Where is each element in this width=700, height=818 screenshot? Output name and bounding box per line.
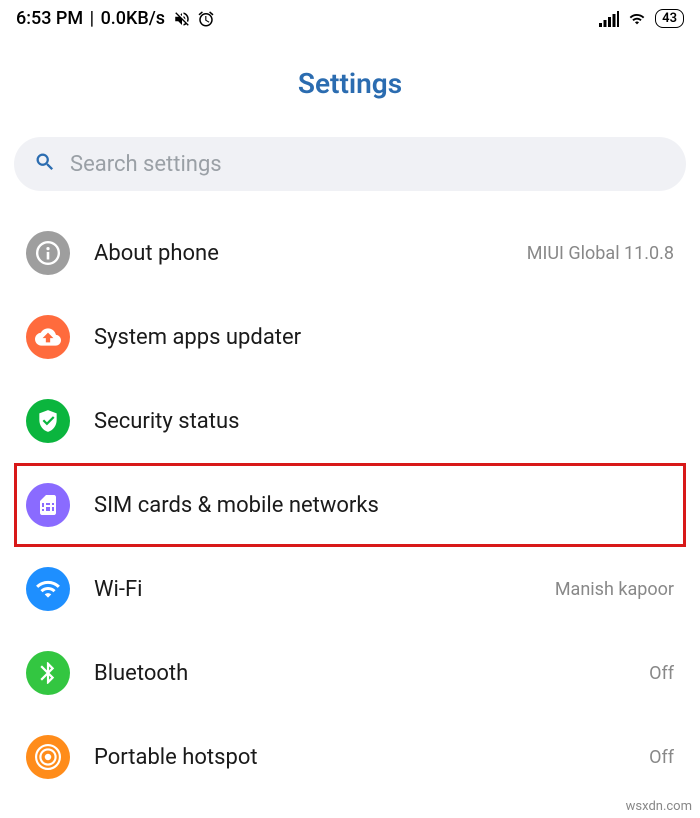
settings-list: About phone MIUI Global 11.0.8 System apps…: [0, 211, 700, 799]
status-left: 6:53 PM | 0.0KB/s: [16, 8, 215, 29]
shield-icon: [26, 399, 70, 443]
search-box[interactable]: [14, 137, 686, 191]
settings-item-cloud-up[interactable]: System apps updater: [14, 295, 686, 379]
settings-item-wifi[interactable]: Wi-Fi Manish kapoor: [14, 547, 686, 631]
battery-level: 43: [662, 11, 677, 26]
item-label: Portable hotspot: [94, 745, 625, 770]
search-icon: [34, 151, 56, 177]
item-value: MIUI Global 11.0.8: [527, 243, 674, 264]
search-input[interactable]: [70, 152, 666, 177]
bluetooth-icon: [26, 651, 70, 695]
status-right: 43: [599, 9, 684, 28]
alarm-icon: [197, 10, 215, 28]
settings-item-sim[interactable]: SIM cards & mobile networks: [14, 463, 686, 547]
settings-item-hotspot[interactable]: Portable hotspot Off: [14, 715, 686, 799]
settings-item-bluetooth[interactable]: Bluetooth Off: [14, 631, 686, 715]
hotspot-icon: [26, 735, 70, 779]
status-time: 6:53 PM: [16, 8, 83, 29]
status-bar: 6:53 PM | 0.0KB/s 43: [0, 0, 700, 37]
status-divider: |: [85, 8, 98, 29]
wifi-icon: [26, 567, 70, 611]
signal-icon: [599, 11, 619, 27]
sim-icon: [26, 483, 70, 527]
battery-indicator: 43: [655, 9, 684, 28]
wifi-status-icon: [627, 11, 647, 27]
item-value: Off: [649, 663, 674, 684]
cloud-up-icon: [26, 315, 70, 359]
item-label: Wi-Fi: [94, 577, 531, 602]
watermark: wsxdn.com: [626, 799, 692, 814]
item-value: Off: [649, 747, 674, 768]
mute-icon: [173, 10, 191, 28]
item-value: Manish kapoor: [555, 579, 674, 600]
page-title: Settings: [0, 37, 700, 125]
item-label: About phone: [94, 241, 503, 266]
settings-item-info[interactable]: About phone MIUI Global 11.0.8: [14, 211, 686, 295]
item-label: Security status: [94, 409, 674, 434]
status-network-speed: 0.0KB/s: [101, 8, 166, 29]
item-label: System apps updater: [94, 325, 674, 350]
item-label: Bluetooth: [94, 661, 625, 686]
item-label: SIM cards & mobile networks: [94, 493, 674, 518]
info-icon: [26, 231, 70, 275]
search-container: [14, 137, 686, 191]
settings-item-shield[interactable]: Security status: [14, 379, 686, 463]
